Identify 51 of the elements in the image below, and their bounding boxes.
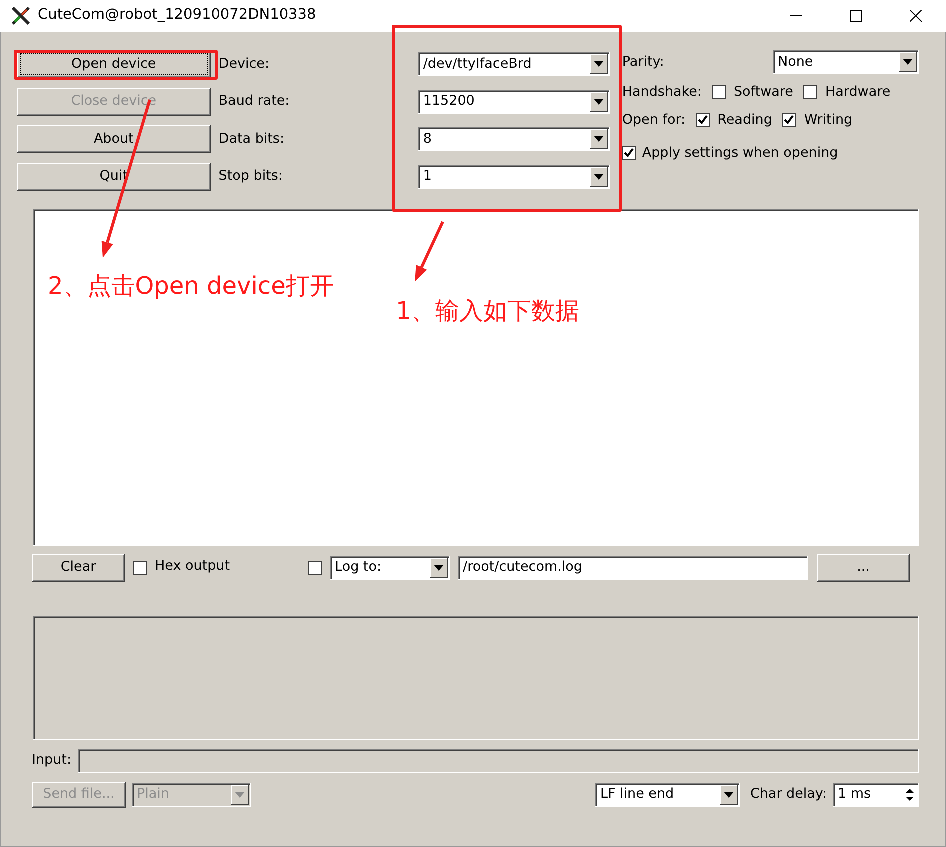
checkbox[interactable] bbox=[622, 146, 636, 160]
checkbox[interactable] bbox=[803, 85, 818, 100]
checkbox[interactable] bbox=[308, 560, 322, 574]
checkbox-label: Reading bbox=[718, 111, 772, 130]
field-label: Data bits: bbox=[218, 130, 285, 149]
field-label: Device: bbox=[218, 54, 270, 74]
checkbox[interactable] bbox=[782, 113, 796, 128]
combo-box[interactable]: /dev/ttyIfaceBrd bbox=[418, 52, 610, 76]
field-label: Open for: bbox=[622, 111, 686, 130]
caret-icon bbox=[434, 564, 444, 570]
caret-icon bbox=[235, 792, 245, 798]
checkbox-label: Hardware bbox=[825, 83, 891, 102]
caret-icon bbox=[594, 136, 604, 142]
push-button[interactable]: About bbox=[17, 125, 211, 153]
checkbox[interactable] bbox=[133, 560, 147, 574]
field-label: Parity: bbox=[622, 52, 664, 72]
close-icon[interactable] bbox=[910, 10, 922, 22]
checkbox-label: Writing bbox=[804, 111, 853, 130]
combo-box[interactable]: LF line end bbox=[595, 782, 740, 806]
input-field[interactable] bbox=[78, 748, 919, 772]
caret-icon bbox=[594, 98, 604, 104]
input-label: Input: bbox=[32, 751, 72, 770]
spin-box[interactable]: 1 ms bbox=[833, 782, 919, 806]
combo-box[interactable]: Log to: bbox=[330, 556, 450, 580]
combo-box[interactable]: 1 bbox=[418, 164, 610, 188]
annotation-arrow bbox=[415, 221, 444, 282]
checkbox-label: Hex output bbox=[155, 556, 230, 576]
clear-button[interactable]: Clear bbox=[32, 554, 125, 582]
field-label: Char delay: bbox=[750, 785, 827, 804]
combo-box[interactable]: None bbox=[773, 50, 919, 74]
combo-box[interactable]: 8 bbox=[418, 127, 610, 151]
checkbox[interactable] bbox=[712, 85, 726, 100]
window-title: CuteCom@robot_120910072DN10338 bbox=[38, 6, 316, 26]
browse-button[interactable]: ... bbox=[817, 554, 910, 582]
field-label: Handshake: bbox=[622, 83, 702, 102]
path-field[interactable]: /root/cutecom.log bbox=[458, 556, 808, 580]
field-label: Stop bits: bbox=[218, 167, 283, 186]
maximize-icon[interactable] bbox=[850, 10, 862, 22]
app-logo-icon bbox=[12, 7, 30, 25]
checkbox-label: Software bbox=[734, 83, 794, 102]
annotation-text: 2、点击Open device打开 bbox=[48, 271, 334, 302]
combo-box[interactable]: 115200 bbox=[418, 90, 610, 114]
checkbox-label: Apply settings when opening bbox=[642, 144, 838, 162]
field-label: Baud rate: bbox=[218, 92, 290, 112]
caret-icon bbox=[594, 61, 604, 67]
caret-icon bbox=[903, 59, 913, 65]
annotation-text: 1、输入如下数据 bbox=[396, 296, 580, 327]
minimize-icon[interactable] bbox=[790, 15, 802, 17]
caret-icon bbox=[594, 174, 604, 180]
checkbox[interactable] bbox=[696, 113, 710, 128]
caret-icon bbox=[724, 792, 734, 798]
